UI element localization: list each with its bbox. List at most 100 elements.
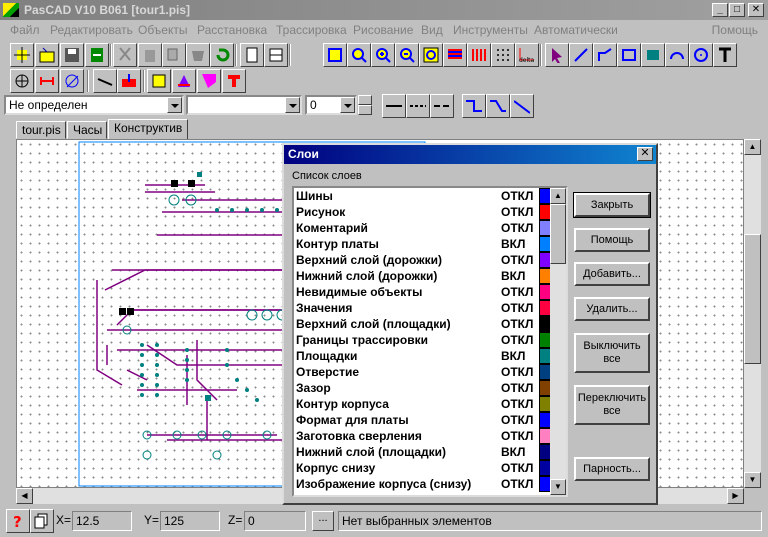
- zoom-out-icon[interactable]: [395, 43, 419, 67]
- undo-icon[interactable]: [210, 43, 234, 67]
- minimize-button[interactable]: _: [712, 3, 728, 17]
- layer-list[interactable]: Шины ОТКЛ Рисунок ОТКЛ Коментарий ОТКЛ Контур …: [292, 186, 568, 497]
- layer-state[interactable]: ОТКЛ: [501, 301, 533, 315]
- menu-objects[interactable]: Объекты: [138, 23, 188, 37]
- vertical-scroll-thumb[interactable]: [744, 234, 761, 364]
- measure-icon[interactable]: [35, 69, 59, 93]
- save-icon[interactable]: [60, 43, 84, 67]
- layer-state[interactable]: ОТКЛ: [501, 461, 533, 475]
- corner-90-icon[interactable]: [462, 94, 486, 118]
- menu-auto[interactable]: Автоматически: [534, 23, 618, 37]
- vertical-scrollbar[interactable]: ▲ ▼: [744, 139, 761, 488]
- layer-state[interactable]: ВКЛ: [501, 445, 525, 459]
- disable-all-button[interactable]: Выключить все: [574, 333, 650, 373]
- zoom-window-icon[interactable]: [419, 43, 443, 67]
- close-dialog-button[interactable]: Закрыть: [573, 192, 651, 218]
- width-select[interactable]: 0: [305, 95, 357, 115]
- layer-row[interactable]: Коментарий ОТКЛ: [294, 220, 566, 236]
- close-button[interactable]: ✕: [748, 3, 764, 17]
- help-icon[interactable]: ?: [6, 509, 30, 533]
- object-select[interactable]: [186, 95, 302, 115]
- delta-button[interactable]: delta: [515, 43, 539, 67]
- layer-state[interactable]: ОТКЛ: [501, 381, 533, 395]
- arc-icon[interactable]: [665, 43, 689, 67]
- route-icon[interactable]: [60, 69, 84, 93]
- layer-list-scrollbar[interactable]: ▲ ▼: [550, 188, 566, 495]
- text-icon[interactable]: [713, 43, 737, 67]
- polyline-icon[interactable]: [593, 43, 617, 67]
- menu-help[interactable]: Помощь: [712, 23, 758, 37]
- layer-row[interactable]: Контур платы ВКЛ: [294, 236, 566, 252]
- layer-row[interactable]: Нижний слой (дорожки) ВКЛ: [294, 268, 566, 284]
- layer-select[interactable]: Не определен: [4, 95, 184, 115]
- copy-icon[interactable]: [162, 43, 186, 67]
- layer-state[interactable]: ВКЛ: [501, 237, 525, 251]
- menu-tools[interactable]: Инструменты: [453, 23, 528, 37]
- cut-icon[interactable]: [113, 43, 137, 67]
- tab-construct[interactable]: Конструктив: [108, 119, 188, 140]
- layer-row[interactable]: Формат для платы ОТКЛ: [294, 412, 566, 428]
- zoom-in-icon[interactable]: [371, 43, 395, 67]
- layer-row[interactable]: Границы трассировки ОТКЛ: [294, 332, 566, 348]
- layer-row[interactable]: Зазор ОТКЛ: [294, 380, 566, 396]
- chevron-down-icon[interactable]: [167, 97, 182, 113]
- menu-edit[interactable]: Редактировать: [50, 23, 133, 37]
- layer-state[interactable]: ОТКЛ: [501, 205, 533, 219]
- components-icon[interactable]: [467, 43, 491, 67]
- more-button[interactable]: ...: [312, 511, 334, 531]
- zoom-fit-icon[interactable]: [323, 43, 347, 67]
- layer-state[interactable]: ОТКЛ: [501, 397, 533, 411]
- trace-icon[interactable]: [93, 69, 117, 93]
- layer-row[interactable]: Шины ОТКЛ: [294, 188, 566, 204]
- scroll-down-icon[interactable]: ▼: [550, 479, 566, 495]
- tab-clock[interactable]: Часы: [67, 121, 107, 139]
- page-icon[interactable]: [240, 43, 264, 67]
- delete-layer-button[interactable]: Удалить...: [574, 297, 650, 321]
- filled-rect-icon[interactable]: [641, 43, 665, 67]
- scroll-left-icon[interactable]: ◀: [16, 488, 33, 504]
- select-icon[interactable]: [545, 43, 569, 67]
- layer-state[interactable]: ВКЛ: [501, 349, 525, 363]
- menu-file[interactable]: Файл: [10, 23, 40, 37]
- via-icon[interactable]: [117, 69, 141, 93]
- corner-45-icon[interactable]: [486, 94, 510, 118]
- shape-icon[interactable]: [197, 69, 221, 93]
- layer-row[interactable]: Нижний слой (площадки) ВКЛ: [294, 444, 566, 460]
- exit-icon[interactable]: [85, 43, 109, 67]
- layers-icon[interactable]: [443, 43, 467, 67]
- line-dashdot-icon[interactable]: [430, 94, 454, 118]
- layer-row[interactable]: Невидимые объекты ОТКЛ: [294, 284, 566, 300]
- scroll-up-icon[interactable]: ▲: [550, 188, 566, 204]
- maximize-button[interactable]: □: [729, 3, 745, 17]
- layer-state[interactable]: ОТКЛ: [501, 413, 533, 427]
- width-stepper[interactable]: [358, 95, 372, 115]
- paste-icon[interactable]: [138, 43, 162, 67]
- layer-row[interactable]: Значения ОТКЛ: [294, 300, 566, 316]
- layer-state[interactable]: ОТКЛ: [501, 253, 533, 267]
- menu-routing[interactable]: Трассировка: [276, 23, 347, 37]
- mount-icon[interactable]: [222, 69, 246, 93]
- layer-state[interactable]: ОТКЛ: [501, 221, 533, 235]
- line-solid-icon[interactable]: [382, 94, 406, 118]
- zoom-icon[interactable]: [347, 43, 371, 67]
- tab-tour[interactable]: tour.pis: [16, 121, 66, 139]
- layer-state[interactable]: ОТКЛ: [501, 189, 533, 203]
- layer-row[interactable]: Верхний слой (дорожки) ОТКЛ: [294, 252, 566, 268]
- layer-row[interactable]: Верхний слой (площадки) ОТКЛ: [294, 316, 566, 332]
- layer-row[interactable]: Заготовка сверления ОТКЛ: [294, 428, 566, 444]
- layer-row[interactable]: Отверстие ОТКЛ: [294, 364, 566, 380]
- circle-icon[interactable]: [689, 43, 713, 67]
- delete-icon[interactable]: [186, 43, 210, 67]
- layer-state[interactable]: ОТКЛ: [501, 285, 533, 299]
- polygon-icon[interactable]: [172, 69, 196, 93]
- line-dashed-icon[interactable]: [406, 94, 430, 118]
- rectangle-icon[interactable]: [617, 43, 641, 67]
- layer-state[interactable]: ОТКЛ: [501, 477, 533, 491]
- copy-pages-icon[interactable]: [30, 509, 54, 533]
- layer-row[interactable]: Рисунок ОТКЛ: [294, 204, 566, 220]
- grid-icon[interactable]: [491, 43, 515, 67]
- scroll-down-icon[interactable]: ▼: [744, 472, 761, 488]
- corner-any-icon[interactable]: [510, 94, 534, 118]
- layer-state[interactable]: ОТКЛ: [501, 429, 533, 443]
- menu-drawing[interactable]: Рисование: [353, 23, 413, 37]
